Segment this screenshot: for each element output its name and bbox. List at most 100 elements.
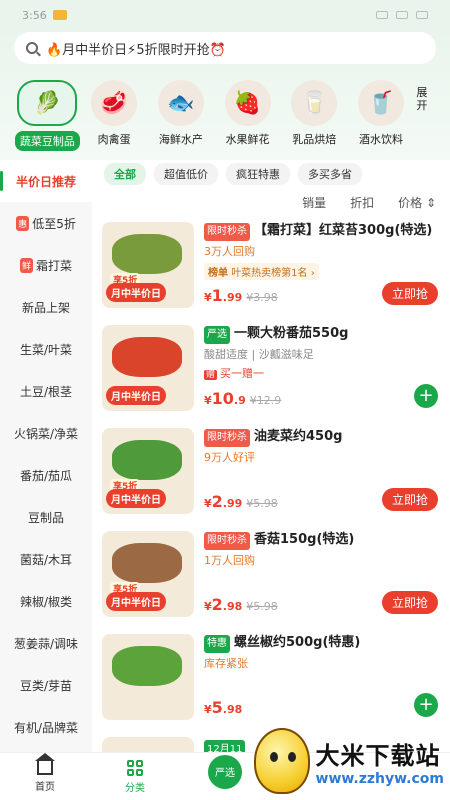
sidebar-item-label: 番茄/茄瓜 [19, 468, 73, 483]
category-item[interactable]: 🥬 蔬菜豆制品 [14, 80, 81, 151]
price-row: ¥2.99 ¥5.98 [204, 492, 278, 511]
header: 🔥月中半价日⚡5折限时开抢⏰ 🥬 蔬菜豆制品 🥩 肉禽蛋 🐟 海鲜水产 🍓 水果鲜花 🥛 乳品烘焙… [0, 30, 450, 160]
sort-option[interactable]: 价格 ⇕ [398, 194, 436, 216]
product-image[interactable] [102, 737, 194, 752]
product-image[interactable]: 享5折 月中半价日 [102, 428, 194, 514]
price-row: ¥1.99 ¥3.98 [204, 286, 278, 305]
product-title: 严选 一颗大粉番茄550g [204, 325, 440, 344]
category-image: 🥤 [358, 80, 405, 126]
product-subtitle: 1万人回购 [204, 554, 255, 567]
sidebar-item[interactable]: 鲜霜打菜 [0, 244, 92, 286]
filter-chip[interactable]: 全部 [104, 163, 146, 185]
gift-text: 买一赠一 [220, 367, 265, 380]
category-image: 🥛 [291, 80, 338, 126]
sidebar-item[interactable]: 半价日推荐 [0, 160, 92, 202]
sidebar-item-label: 霜打菜 [36, 258, 73, 273]
buy-now-button[interactable]: 立即抢 [381, 282, 438, 305]
product-card[interactable]: 特惠 螺丝椒约500g(特惠) 库存紧张 ¥5.98 + [102, 628, 440, 731]
product-title: 限时秒杀 香菇150g(特选) [204, 531, 440, 550]
gift-tag: 赠 [204, 370, 218, 380]
add-to-cart-button[interactable]: + [414, 693, 438, 717]
product-info: 严选 一颗大粉番茄550g 酸甜适度 | 沙瓤滋味足赠买一赠一 ¥10.9 ¥12.9 + [194, 325, 440, 416]
price-row: ¥5.98 [204, 698, 242, 717]
product-name: 一颗大粉番茄550g [234, 326, 349, 341]
product-tag: 特惠 [204, 635, 230, 653]
filter-chip[interactable]: 疯狂特惠 [226, 163, 290, 185]
filter-chip[interactable]: 超值低价 [154, 163, 218, 185]
sort-option[interactable]: 折扣 [350, 194, 374, 216]
sidebar-item-label: 新品上架 [21, 300, 70, 315]
product-tag: 限时秒杀 [204, 429, 250, 447]
product-price: ¥5.98 [204, 698, 242, 717]
category-item[interactable]: 🥤 酒水饮料 [348, 80, 415, 151]
expand-button[interactable]: 展开 [416, 86, 436, 151]
product-photo [112, 543, 182, 583]
product-image[interactable]: 月中半价日 [102, 325, 194, 411]
watermark-title: 大米下载站 [315, 741, 441, 770]
category-item[interactable]: 🥛 乳品烘焙 [281, 80, 348, 151]
nav-category-label: 分类 [125, 782, 145, 794]
product-subtitle: 3万人回购 [204, 245, 255, 258]
buy-now-button[interactable]: 立即抢 [381, 488, 438, 511]
rank-badge[interactable]: 榜单 叶菜热卖榜第1名 › [204, 263, 319, 280]
product-tag: 限时秒杀 [204, 223, 250, 241]
sidebar-item[interactable]: 生菜/叶菜 [0, 328, 92, 370]
product-card[interactable]: 月中半价日 严选 一颗大粉番茄550g 酸甜适度 | 沙瓤滋味足赠买一赠一 ¥10.9 ¥… [102, 319, 440, 422]
nav-category[interactable]: 分类 [90, 753, 180, 800]
sidebar: 半价日推荐惠低至5折鲜霜打菜 新品上架 生菜/叶菜 土豆/根茎 火锅菜/净菜 番茄/茄瓜豆… [0, 160, 92, 752]
product-list: 享5折 月中半价日 限时秒杀 【霜打菜】红菜苔300g(特选) 3万人回购 榜单 叶菜热卖… [92, 216, 450, 752]
sidebar-item[interactable]: 新品上架 [0, 286, 92, 328]
category-item[interactable]: 🍓 水果鲜花 [214, 80, 281, 151]
sidebar-item[interactable]: 葱姜蒜/调味 [0, 622, 92, 664]
product-info: 限时秒杀 油麦菜约450g 9万人好评 ¥2.99 ¥5.98 立即抢 [194, 428, 440, 519]
product-panel: 全部 超值低价 疯狂特惠 多买多省 销量 折扣 价格 ⇕ 享5折 月中半价日 限时秒杀 【霜打菜… [92, 160, 450, 752]
sidebar-item-label: 低至5折 [32, 216, 76, 231]
promo-badge: 月中半价日 [106, 386, 166, 405]
price-int: 1 [211, 286, 223, 305]
sidebar-item[interactable]: 火锅菜/净菜 [0, 412, 92, 454]
category-item[interactable]: 🥩 肉禽蛋 [81, 80, 148, 151]
product-title: 特惠 螺丝椒约500g(特惠) [204, 634, 440, 653]
product-subtitle: 酸甜适度 | 沙瓤滋味足 [204, 348, 314, 361]
original-price: ¥12.9 [249, 394, 282, 407]
sidebar-item[interactable]: 土豆/根茎 [0, 370, 92, 412]
product-title: 限时秒杀 油麦菜约450g [204, 428, 440, 447]
sidebar-item-tag: 惠 [16, 215, 30, 231]
filter-chips: 全部 超值低价 疯狂特惠 多买多省 [92, 160, 450, 188]
currency-symbol: ¥ [204, 291, 212, 304]
product-photo [112, 646, 182, 686]
nav-home[interactable]: 首页 [0, 752, 90, 800]
sidebar-item[interactable]: 菌菇/木耳 [0, 538, 92, 580]
sidebar-item[interactable]: 辣椒/椒类 [0, 580, 92, 622]
product-image[interactable]: 享5折 月中半价日 [102, 222, 194, 308]
sort-option[interactable]: 销量 [302, 194, 326, 216]
product-card[interactable]: 享5折 月中半价日 限时秒杀 【霜打菜】红菜苔300g(特选) 3万人回购 榜单 叶菜热卖… [102, 216, 440, 319]
product-card[interactable]: 享5折 月中半价日 限时秒杀 油麦菜约450g 9万人好评 ¥2.99 ¥5.98 立即抢 [102, 422, 440, 525]
filter-chip[interactable]: 多买多省 [298, 163, 362, 185]
sidebar-item[interactable]: 有机/品牌菜 [0, 706, 92, 748]
product-card[interactable]: 享5折 月中半价日 限时秒杀 香菇150g(特选) 1万人回购 ¥2.98 ¥5.98 立即抢 [102, 525, 440, 628]
currency-symbol: ¥ [204, 497, 212, 510]
category-image: 🍓 [224, 80, 271, 126]
product-image[interactable] [102, 634, 194, 720]
product-subtitle: 9万人好评 [204, 451, 255, 464]
rank-text: 叶菜热卖榜第1名 › [231, 268, 315, 279]
original-price: ¥5.98 [246, 497, 278, 510]
original-price: ¥5.98 [246, 600, 278, 613]
sidebar-item[interactable]: 豆类/芽苗 [0, 664, 92, 706]
product-image[interactable]: 享5折 月中半价日 [102, 531, 194, 617]
add-to-cart-button[interactable]: + [414, 384, 438, 408]
sidebar-item[interactable]: 惠低至5折 [0, 202, 92, 244]
sidebar-item[interactable]: 番茄/茄瓜 [0, 454, 92, 496]
sidebar-item[interactable]: 豆制品 [0, 496, 92, 538]
date-tag: 12月11 [204, 740, 246, 752]
sidebar-item-label: 豆制品 [27, 510, 64, 525]
price-int: 2 [211, 492, 223, 511]
price-int: 10 [211, 389, 234, 408]
category-image: 🥬 [17, 80, 78, 126]
sidebar-item-label: 生菜/叶菜 [19, 342, 73, 357]
buy-now-button[interactable]: 立即抢 [381, 591, 438, 614]
category-item[interactable]: 🐟 海鲜水产 [147, 80, 214, 151]
product-info: 特惠 螺丝椒约500g(特惠) 库存紧张 ¥5.98 + [194, 634, 440, 725]
search-bar[interactable]: 🔥月中半价日⚡5折限时开抢⏰ [14, 32, 436, 64]
